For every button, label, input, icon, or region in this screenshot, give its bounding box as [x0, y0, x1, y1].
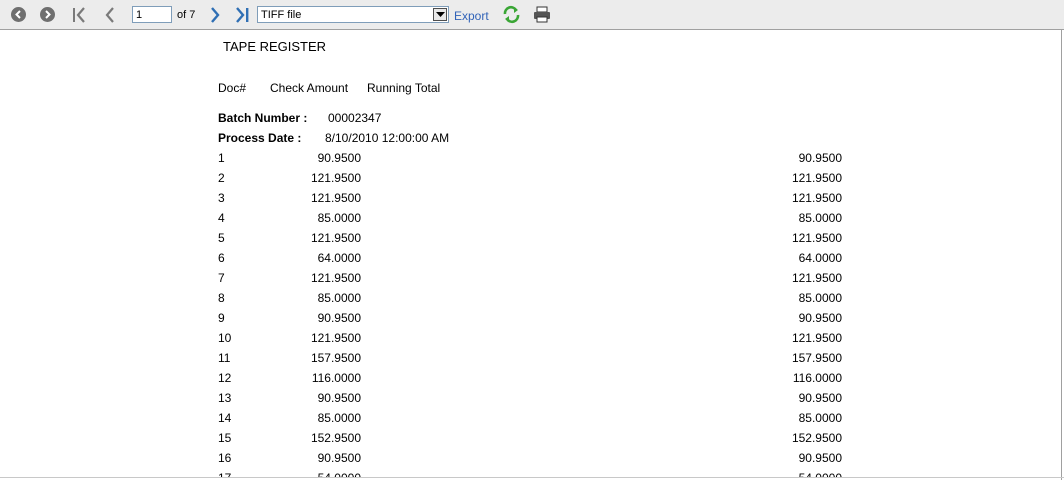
running-total-cell: 121.9500 [791, 231, 842, 245]
report-title: TAPE REGISTER [223, 39, 327, 54]
doc-number-cell: 2 [218, 171, 225, 185]
doc-number-cell: 13 [218, 391, 232, 405]
forward-icon[interactable] [40, 7, 55, 22]
batch-number-label: Batch Number : [218, 111, 308, 125]
doc-number-cell: 9 [218, 311, 225, 325]
check-amount-cell: 85.0000 [317, 411, 361, 425]
running-total-cell: 90.9500 [798, 311, 842, 325]
doc-number-cell: 7 [218, 271, 225, 285]
table-row: 3 121.9500 121.9500 [0, 191, 1061, 211]
running-total-cell: 157.9500 [791, 351, 842, 365]
doc-number-cell: 12 [218, 371, 232, 385]
table-row: 2 121.9500 121.9500 [0, 171, 1061, 191]
running-total-cell: 90.9500 [798, 391, 842, 405]
table-row: 15 152.9500 152.9500 [0, 431, 1061, 451]
export-format-select[interactable]: TIFF file [257, 6, 449, 23]
doc-number-cell: 15 [218, 431, 232, 445]
last-page-icon[interactable] [233, 6, 251, 24]
check-amount-cell: 85.0000 [317, 211, 361, 225]
viewer-right-border [1061, 30, 1062, 480]
dropdown-arrow-icon[interactable] [433, 8, 447, 21]
report-page: TAPE REGISTER Doc# Check Amount Running … [0, 30, 1061, 477]
table-row: 9 90.9500 90.9500 [0, 311, 1061, 331]
check-amount-cell: 121.9500 [310, 271, 361, 285]
export-format-value: TIFF file [261, 9, 302, 21]
doc-number-cell: 14 [218, 411, 232, 425]
check-amount-cell: 90.9500 [317, 391, 361, 405]
running-total-cell: 121.9500 [791, 171, 842, 185]
check-amount-cell: 121.9500 [310, 171, 361, 185]
check-amount-cell: 85.0000 [317, 291, 361, 305]
table-row: 6 64.0000 64.0000 [0, 251, 1061, 271]
process-date-value: 8/10/2010 12:00:00 AM [325, 131, 450, 145]
running-total-cell: 90.9500 [798, 151, 842, 165]
check-amount-cell: 64.0000 [317, 251, 361, 265]
check-amount-cell: 121.9500 [310, 331, 361, 345]
doc-number-cell: 11 [218, 351, 231, 365]
table-row: 16 90.9500 90.9500 [0, 451, 1061, 471]
running-total-cell: 85.0000 [798, 411, 842, 425]
check-amount-cell: 90.9500 [317, 311, 361, 325]
running-total-cell: 121.9500 [791, 191, 842, 205]
doc-number-cell: 16 [218, 451, 232, 465]
check-amount-cell: 152.9500 [310, 431, 361, 445]
check-amount-cell: 121.9500 [310, 191, 361, 205]
doc-number-cell: 10 [218, 331, 232, 345]
table-row: 4 85.0000 85.0000 [0, 211, 1061, 231]
next-page-icon[interactable] [206, 6, 224, 24]
header-check-amount: Check Amount [270, 81, 349, 95]
doc-number-cell: 6 [218, 251, 225, 265]
table-row: 7 121.9500 121.9500 [0, 271, 1061, 291]
table-row: 11 157.9500 157.9500 [0, 351, 1061, 371]
page-count-label: of 7 [177, 9, 196, 21]
previous-page-icon[interactable] [101, 6, 119, 24]
running-total-cell: 64.0000 [798, 251, 842, 265]
export-link[interactable]: Export [454, 9, 489, 23]
report-viewer-toolbar: of 7 TIFF file Export [0, 0, 1064, 30]
check-amount-cell: 90.9500 [317, 151, 361, 165]
header-running-total: Running Total [367, 81, 441, 95]
table-row: 14 85.0000 85.0000 [0, 411, 1061, 431]
doc-number-cell: 5 [218, 231, 225, 245]
batch-number-value: 00002347 [328, 111, 382, 125]
table-row: 5 121.9500 121.9500 [0, 231, 1061, 251]
table-row: 10 121.9500 121.9500 [0, 331, 1061, 351]
header-doc: Doc# [218, 81, 247, 95]
running-total-cell: 116.0000 [792, 371, 842, 385]
doc-number-cell: 1 [218, 151, 225, 165]
back-icon[interactable] [11, 7, 26, 22]
table-row: 1 90.9500 90.9500 [0, 151, 1061, 171]
check-amount-cell: 121.9500 [310, 231, 361, 245]
check-amount-cell: 90.9500 [317, 451, 361, 465]
check-amount-cell: 116.0000 [311, 371, 361, 385]
running-total-cell: 121.9500 [791, 271, 842, 285]
running-total-cell: 90.9500 [798, 451, 842, 465]
table-row: 8 85.0000 85.0000 [0, 291, 1061, 311]
table-row: 13 90.9500 90.9500 [0, 391, 1061, 411]
running-total-cell: 152.9500 [791, 431, 842, 445]
check-amount-cell: 157.9500 [310, 351, 361, 365]
first-page-icon[interactable] [71, 6, 89, 24]
doc-number-cell: 3 [218, 191, 225, 205]
process-date-label: Process Date : [218, 131, 302, 145]
refresh-icon[interactable] [502, 5, 521, 24]
print-icon[interactable] [533, 6, 551, 23]
doc-number-cell: 4 [218, 211, 225, 225]
viewer-bottom-border [0, 477, 1064, 478]
running-total-cell: 85.0000 [798, 291, 842, 305]
doc-number-cell: 8 [218, 291, 225, 305]
running-total-cell: 85.0000 [798, 211, 842, 225]
page-number-input[interactable] [132, 6, 172, 23]
table-row: 12 116.0000 116.0000 [0, 371, 1061, 391]
running-total-cell: 121.9500 [791, 331, 842, 345]
